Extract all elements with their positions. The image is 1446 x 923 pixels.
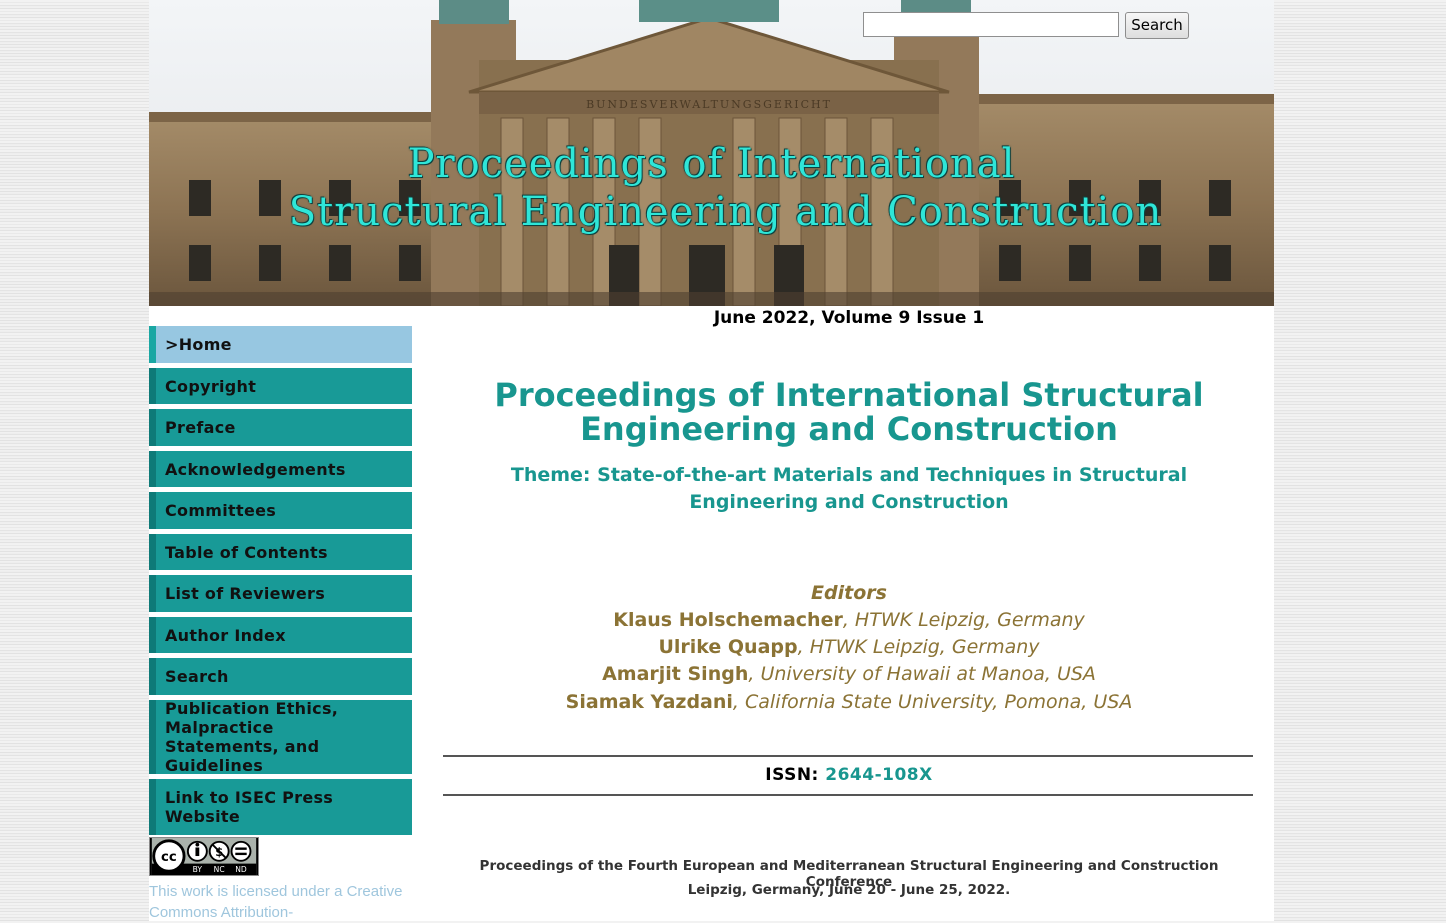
license-link[interactable]: This work is licensed under a Creative C… <box>149 881 412 923</box>
sidebar-item-committees[interactable]: Committees <box>149 492 412 529</box>
search-input[interactable] <box>863 12 1119 37</box>
editor-affiliation: , California State University, Pomona, U… <box>732 691 1133 713</box>
conference-location: Leipzig, Germany, June 20 - June 25, 202… <box>687 882 1011 898</box>
editor-entry: Klaus Holschemacher, HTWK Leipzig, Germa… <box>443 609 1255 631</box>
issn-line: ISSN: 2644-108X <box>443 765 1255 785</box>
editor-affiliation: , HTWK Leipzig, Germany <box>797 636 1040 658</box>
banner-title: Proceedings of International Structural … <box>149 140 1274 236</box>
cc-nc-label: NC <box>214 865 225 874</box>
sidebar-item-table-of-contents[interactable]: Table of Contents <box>149 534 412 570</box>
editor-affiliation: , University of Hawaii at Manoa, USA <box>748 663 1096 685</box>
issn-value: 2644-108X <box>825 765 933 785</box>
sidebar-item-isec-press-link[interactable]: Link to ISEC Press Website <box>149 779 412 835</box>
search-button[interactable]: Search <box>1125 12 1189 39</box>
editor-name: Amarjit Singh <box>602 663 749 685</box>
cc-by-label: BY <box>193 865 203 874</box>
page-container: BUNDESVERWALTUNGSGERICHT Proceedings of … <box>149 0 1274 921</box>
editor-entry: Ulrike Quapp, HTWK Leipzig, Germany <box>443 636 1255 658</box>
sidebar-item-search[interactable]: Search <box>149 658 412 695</box>
header-banner: BUNDESVERWALTUNGSGERICHT Proceedings of … <box>149 0 1274 306</box>
sidebar-item-copyright[interactable]: Copyright <box>149 368 412 404</box>
editor-name: Ulrike Quapp <box>658 636 798 658</box>
cc-nd-label: ND <box>235 865 247 874</box>
editor-name: Siamak Yazdani <box>565 691 733 713</box>
building-inscription: BUNDESVERWALTUNGSGERICHT <box>586 98 832 111</box>
banner-title-line2: Structural Engineering and Construction <box>288 189 1163 235</box>
divider-top <box>443 755 1253 757</box>
cc-icon: cc <box>161 850 177 865</box>
sidebar-item-preface[interactable]: Preface <box>149 409 412 446</box>
banner-title-line1: Proceedings of International <box>407 141 1016 187</box>
issn-label: ISSN: <box>765 765 826 785</box>
editor-affiliation: , HTWK Leipzig, Germany <box>842 609 1085 631</box>
creative-commons-badge[interactable]: cc $ BY NC ND <box>149 837 259 876</box>
editor-entry: Siamak Yazdani, California State Univers… <box>443 691 1255 713</box>
editor-entry: Amarjit Singh, University of Hawaii at M… <box>443 663 1255 685</box>
page-title: Proceedings of International Structural … <box>494 376 1204 448</box>
sidebar-item-list-of-reviewers[interactable]: List of Reviewers <box>149 575 412 612</box>
editor-name: Klaus Holschemacher <box>613 609 843 631</box>
sidebar-item-author-index[interactable]: Author Index <box>149 617 412 653</box>
divider-bottom <box>443 794 1253 796</box>
sidebar-item-home[interactable]: >Home <box>149 326 412 363</box>
sidebar-item-publication-ethics[interactable]: Publication Ethics, Malpractice Statemen… <box>149 699 412 775</box>
sidebar-item-acknowledgements[interactable]: Acknowledgements <box>149 451 412 487</box>
editors-heading: Editors <box>811 582 887 604</box>
theme-subtitle: Theme: State-of-the-art Materials and Te… <box>510 464 1188 513</box>
issue-line: June 2022, Volume 9 Issue 1 <box>713 308 985 328</box>
